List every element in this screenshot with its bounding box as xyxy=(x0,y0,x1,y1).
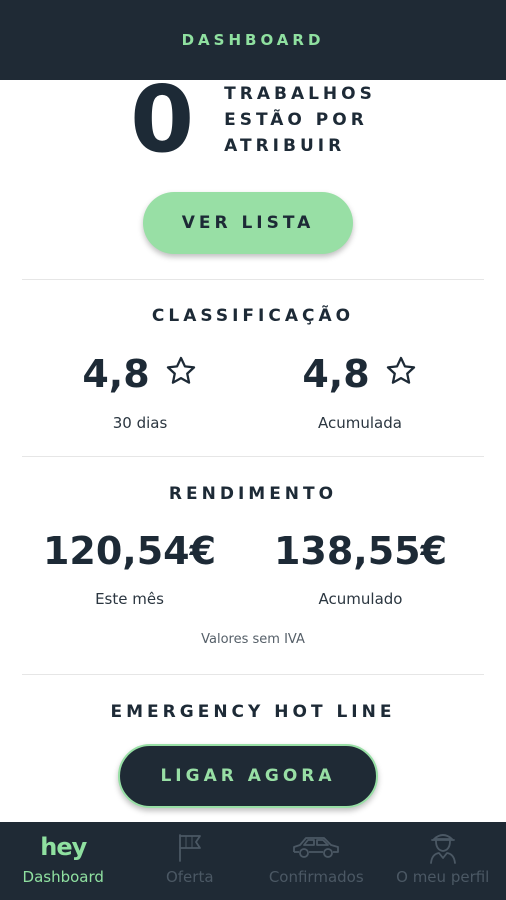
income-section-title: RENDIMENTO xyxy=(168,484,338,504)
emergency-section-title: EMERGENCY HOT LINE xyxy=(110,702,396,722)
nav-item-label: O meu perfil xyxy=(396,868,490,886)
income-this-month-caption: Este mês xyxy=(95,590,164,608)
bottom-navigation: hey Dashboard Oferta Confirmados O meu p… xyxy=(0,822,506,900)
rating-30-days-value: 4,8 xyxy=(82,352,150,396)
nav-item-label: Oferta xyxy=(165,868,214,886)
rating-accumulated-value: 4,8 xyxy=(302,352,370,396)
view-list-button[interactable]: VER LISTA xyxy=(143,192,353,254)
flag-icon xyxy=(174,830,206,864)
top-app-bar: DASHBOARD xyxy=(0,0,506,80)
divider xyxy=(22,674,484,675)
rating-30-days-caption: 30 dias xyxy=(112,414,168,432)
divider xyxy=(22,279,484,280)
driver-icon xyxy=(427,830,459,864)
income-accumulated-caption: Acumulado xyxy=(318,590,403,608)
pending-jobs-line-1: TRABALHOS xyxy=(224,84,376,104)
income-this-month: 120,54€ Este mês xyxy=(22,532,237,608)
rating-accumulated-caption: Acumulada xyxy=(318,414,402,432)
vat-note: Valores sem IVA xyxy=(201,632,305,647)
rating-section-title: CLASSIFICAÇÃO xyxy=(151,306,355,326)
star-outline-icon xyxy=(164,354,198,394)
nav-item-label: Dashboard xyxy=(22,868,104,886)
star-outline-icon xyxy=(384,354,418,394)
hey-logo: hey xyxy=(40,833,87,861)
nav-item-offer[interactable]: Oferta xyxy=(127,822,254,900)
pending-jobs-line-3: ATRIBUIR xyxy=(224,136,346,156)
rating-accumulated: 4,8 Acumulada xyxy=(285,354,435,432)
call-now-button[interactable]: LIGAR AGORA xyxy=(118,744,378,808)
income-accumulated: 138,55€ Acumulado xyxy=(253,532,468,608)
income-accumulated-value: 138,55€ xyxy=(273,529,448,573)
page-title: DASHBOARD xyxy=(181,31,325,49)
pending-jobs-line-2: ESTÃO POR xyxy=(224,110,368,130)
nav-item-label: Confirmados xyxy=(268,868,364,886)
nav-item-confirmed[interactable]: Confirmados xyxy=(253,822,380,900)
pending-jobs-text: TRABALHOS ESTÃO POR ATRIBUIR xyxy=(224,81,376,159)
pending-jobs-summary: 0 TRABALHOS ESTÃO POR ATRIBUIR xyxy=(0,74,506,180)
rating-30-days: 4,8 30 dias xyxy=(60,354,220,432)
divider xyxy=(22,456,484,457)
nav-item-profile[interactable]: O meu perfil xyxy=(380,822,506,900)
nav-item-dashboard[interactable]: hey Dashboard xyxy=(0,822,127,900)
car-icon xyxy=(291,830,341,864)
pending-jobs-count: 0 xyxy=(130,66,195,173)
income-this-month-value: 120,54€ xyxy=(42,529,217,573)
